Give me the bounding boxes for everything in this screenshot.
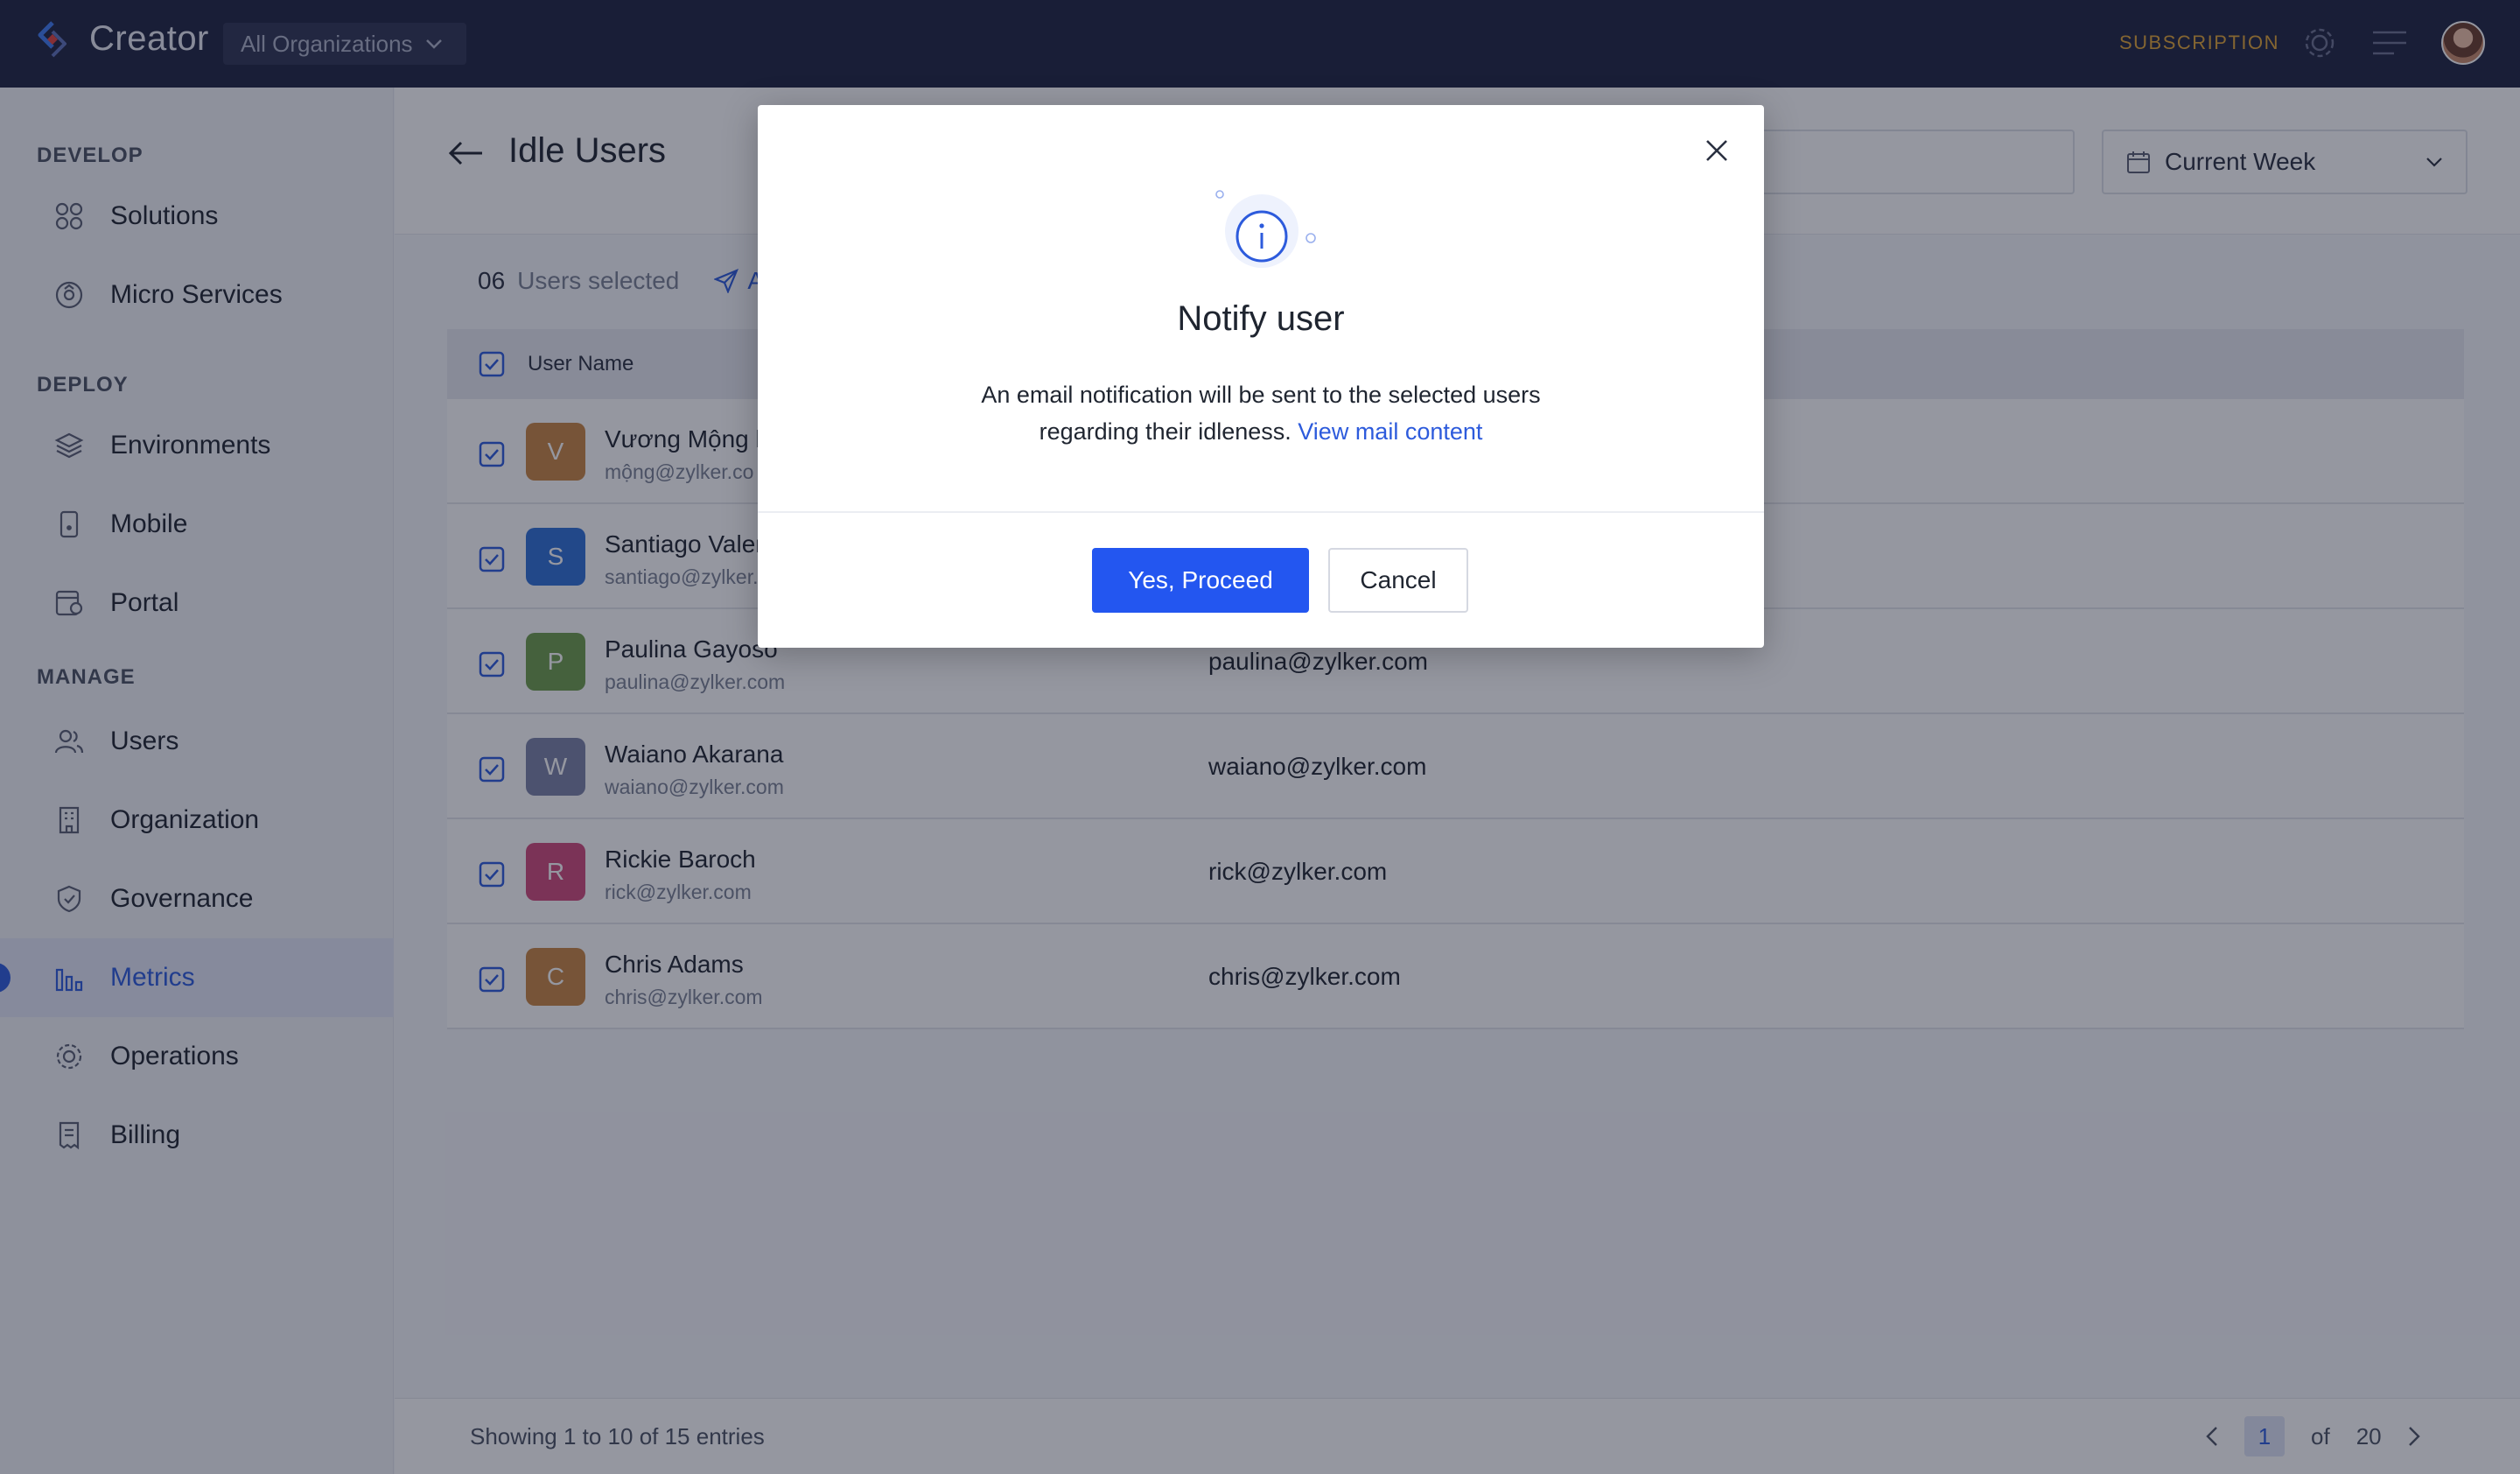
close-icon[interactable] [1704,138,1729,163]
cancel-button[interactable]: Cancel [1328,548,1468,613]
info-icon [1213,186,1318,282]
view-mail-content-link[interactable]: View mail content [1298,418,1482,445]
yes-proceed-button[interactable]: Yes, Proceed [1092,548,1309,613]
dialog-divider [758,511,1764,513]
notify-user-dialog: Notify user An email notification will b… [758,105,1764,648]
dialog-title: Notify user [1177,299,1345,338]
dialog-message: An email notification will be sent to th… [758,376,1764,450]
dialog-message-line2: regarding their idleness. [1039,418,1292,445]
dialog-message-line1: An email notification will be sent to th… [981,382,1541,408]
